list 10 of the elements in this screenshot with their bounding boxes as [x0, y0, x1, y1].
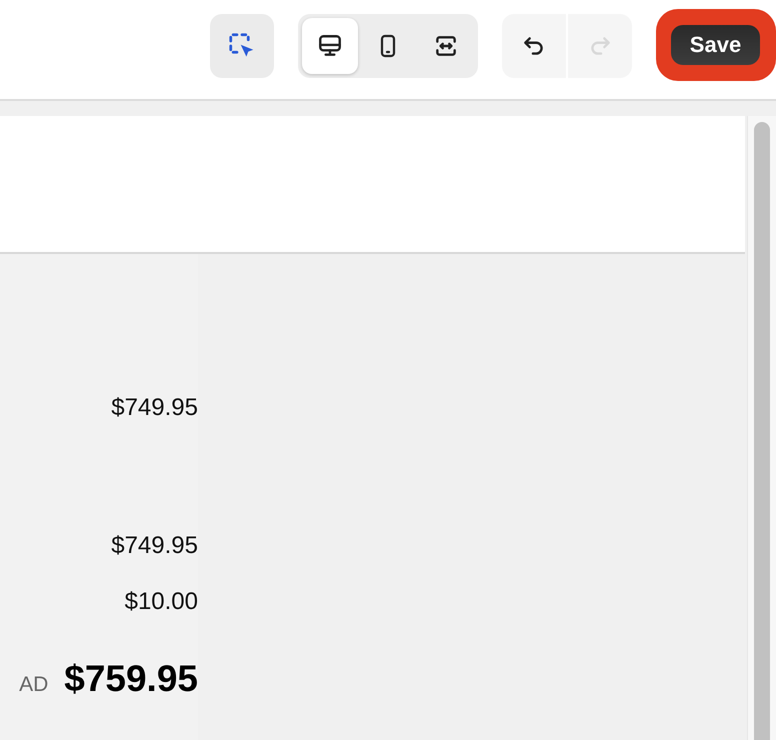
- save-button[interactable]: Save: [656, 8, 776, 80]
- amount: $749.95: [111, 394, 198, 422]
- desktop-icon: [317, 32, 343, 58]
- currency-code: AD: [19, 673, 48, 697]
- device-button[interactable]: [302, 18, 358, 74]
- scrollbar-thumb[interactable]: [754, 122, 770, 740]
- amount: $10.00: [124, 588, 198, 616]
- scrollbar[interactable]: [747, 116, 776, 740]
- total-amount: $759.95: [64, 658, 198, 700]
- amount: $749.95: [111, 532, 198, 560]
